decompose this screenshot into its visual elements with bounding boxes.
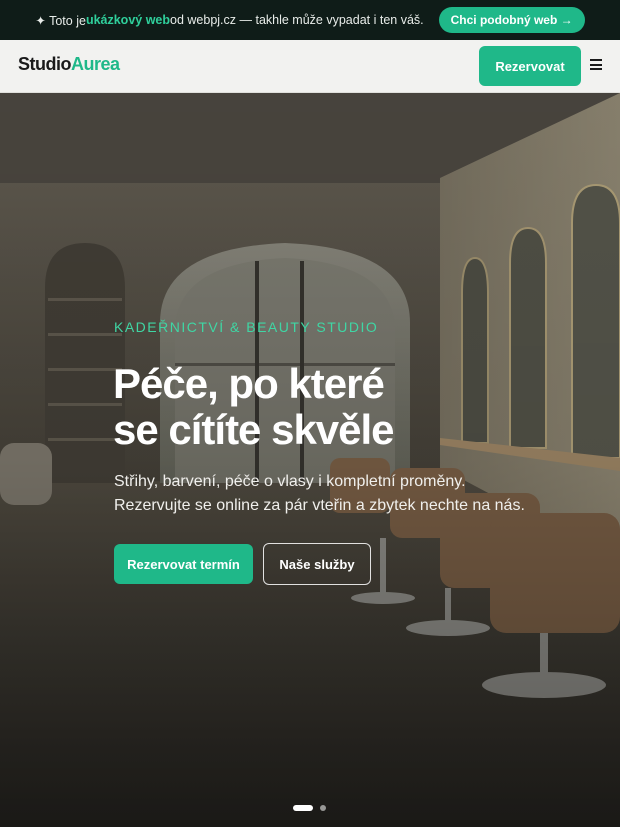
hero-headline-line2: se cítíte skvěle [113, 406, 395, 453]
logo-part-aurea: Aurea [71, 54, 120, 74]
book-button[interactable]: Rezervovat [479, 46, 581, 86]
hamburger-icon[interactable] [590, 59, 602, 70]
hero-overlay [0, 93, 620, 827]
hero-subtitle: Střihy, barvení, péče o vlasy i kompletn… [114, 470, 525, 518]
promo-highlight-link[interactable]: ukázkový web [86, 13, 170, 27]
hero-section: KADEŘNICTVÍ & BEAUTY STUDIO Péče, po kte… [0, 93, 620, 827]
slider-dot-2[interactable] [320, 805, 326, 811]
hero-subtitle-line1: Střihy, barvení, péče o vlasy i kompletn… [114, 473, 466, 490]
promo-suffix: od webpj.cz — takhle může vypadat i ten … [170, 13, 424, 27]
site-header: StudioAurea Rezervovat [0, 40, 620, 93]
our-services-button[interactable]: Naše služby [263, 543, 371, 585]
hero-eyebrow: KADEŘNICTVÍ & BEAUTY STUDIO [114, 319, 379, 335]
logo[interactable]: StudioAurea [18, 54, 120, 75]
logo-part-studio: Studio [18, 54, 72, 74]
slider-dots [293, 805, 326, 811]
promo-prefix: ✦ Toto je [35, 13, 86, 28]
promo-banner: ✦ Toto je ukázkový web od webpj.cz — tak… [0, 0, 620, 40]
hero-headline-line1: Péče, po které [113, 360, 385, 407]
hero-headline: Péče, po které se cítíte skvěle [113, 360, 395, 453]
promo-text: ✦ Toto je ukázkový web od webpj.cz — tak… [35, 13, 423, 28]
hero-subtitle-line2: Rezervujte se online za pár vteřin a zby… [114, 497, 525, 514]
book-appointment-button[interactable]: Rezervovat termín [114, 544, 253, 584]
promo-cta-button[interactable]: Chci podobný web → [438, 7, 585, 33]
slider-dot-1[interactable] [293, 805, 313, 811]
